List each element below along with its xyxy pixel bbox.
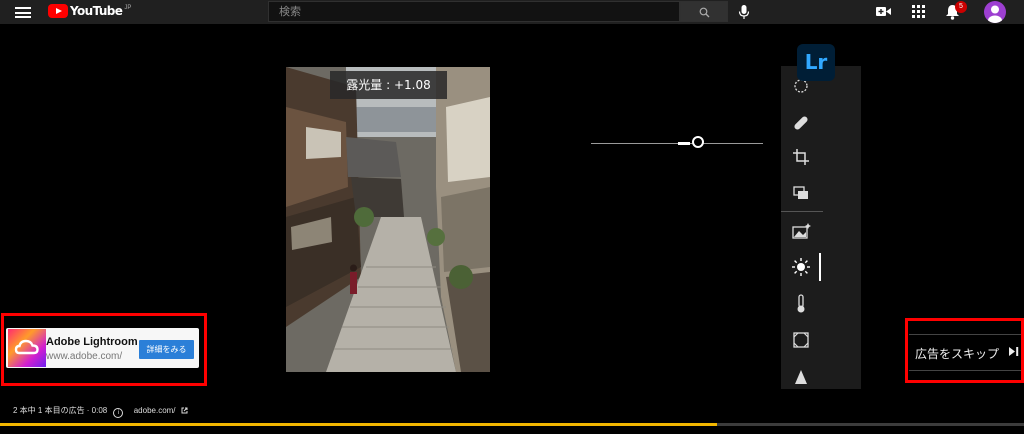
youtube-logo[interactable]: YouTube JP (48, 4, 131, 20)
youtube-play-icon (48, 4, 68, 18)
detail-icon[interactable] (789, 365, 813, 389)
healing-brush-icon[interactable] (789, 111, 813, 135)
top-bar: YouTube JP 検索 5 (0, 0, 1024, 24)
exposure-slider-track[interactable] (591, 143, 763, 144)
search-icon (699, 7, 710, 18)
avatar-person-icon (988, 5, 1002, 23)
ad-progress-track[interactable] (0, 423, 1024, 426)
lightroom-logo[interactable]: Lr (797, 44, 835, 81)
slider-center-tick (678, 142, 690, 145)
apps-icon[interactable] (912, 5, 925, 18)
highlight-box-skip (905, 318, 1024, 383)
versions-icon[interactable] (789, 182, 813, 206)
ad-info: 2 本中 1 本目の広告 · 0:08 i adobe.com/ (13, 405, 188, 418)
ad-domain-link[interactable]: adobe.com/ (134, 406, 176, 415)
active-tool-indicator (819, 253, 821, 281)
mic-icon[interactable] (738, 4, 750, 20)
ad-count-text: 2 本中 1 本目の広告 · 0:08 (13, 406, 108, 415)
highlight-box-ad (1, 313, 207, 386)
street-photo-image (286, 67, 490, 372)
light-icon[interactable] (789, 255, 813, 279)
tool-divider (781, 211, 823, 212)
info-icon[interactable]: i (113, 408, 124, 418)
exposure-slider-thumb[interactable] (692, 136, 704, 148)
video-photo (286, 67, 490, 372)
geometry-icon[interactable] (789, 328, 813, 352)
logo-text: YouTube (70, 4, 123, 18)
avatar[interactable] (984, 1, 1006, 23)
presets-icon[interactable] (789, 219, 813, 243)
menu-icon[interactable] (15, 7, 31, 18)
video-create-icon[interactable] (876, 6, 891, 17)
color-temperature-icon[interactable] (789, 292, 813, 316)
notification-badge: 5 (955, 1, 967, 13)
ad-progress-fill (0, 423, 717, 426)
exposure-label: 露光量 : +1.08 (330, 71, 447, 99)
crop-rotate-icon[interactable] (789, 145, 813, 169)
search-input[interactable]: 検索 (268, 1, 680, 22)
search-button[interactable] (680, 1, 728, 22)
country-code: JP (124, 5, 132, 11)
external-link-icon[interactable] (181, 407, 188, 414)
